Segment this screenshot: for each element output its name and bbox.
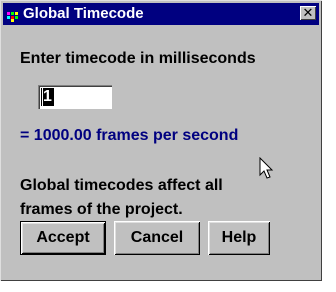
info-note-line-2: frames of the project.: [20, 201, 183, 218]
text-caret: [42, 88, 43, 106]
help-button[interactable]: Help: [208, 221, 270, 255]
info-note: Global timecodes affect all frames of th…: [20, 174, 223, 222]
timecode-input[interactable]: 1: [38, 85, 112, 109]
title-bar[interactable]: Global Timecode ✕: [3, 3, 319, 25]
app-icon: [7, 9, 19, 22]
mouse-pointer-icon: [259, 156, 275, 181]
info-note-line-1: Global timecodes affect all: [20, 177, 223, 194]
global-timecode-dialog: Global Timecode ✕ Enter timecode in mill…: [0, 0, 322, 281]
frame-rate-readout: = 1000.00 frames per second: [20, 127, 239, 144]
timecode-prompt-label: Enter timecode in milliseconds: [20, 50, 256, 67]
close-button[interactable]: ✕: [300, 6, 316, 20]
window-title: Global Timecode: [23, 5, 144, 22]
accept-button[interactable]: Accept: [20, 221, 106, 255]
cancel-button[interactable]: Cancel: [114, 221, 200, 255]
